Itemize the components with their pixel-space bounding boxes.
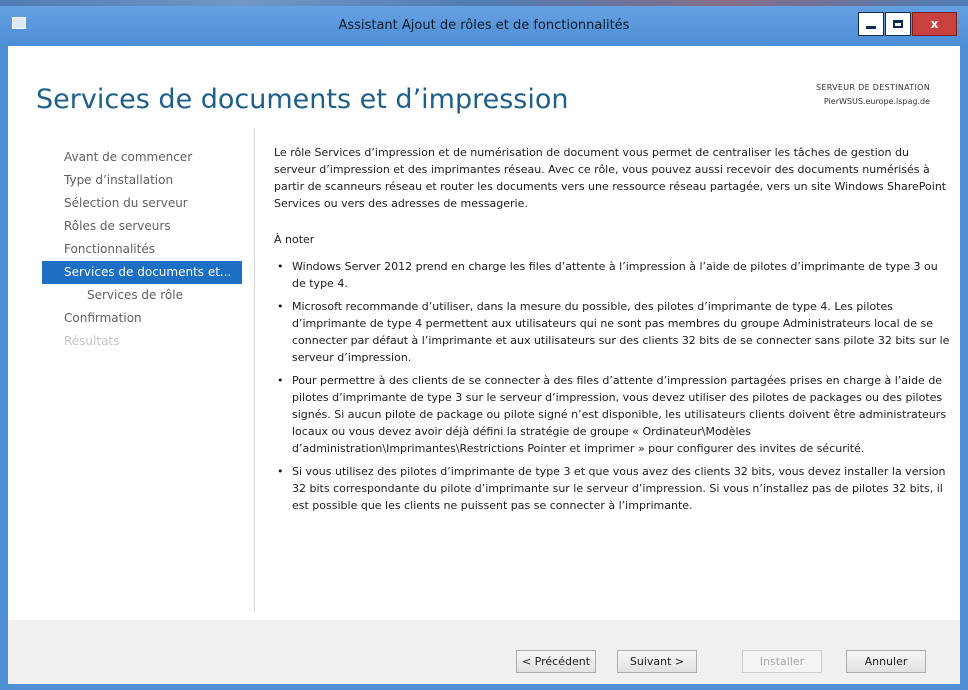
note-list: • Windows Server 2012 prend en charge le…	[274, 258, 950, 514]
bullet-icon: •	[277, 300, 284, 313]
list-item: • Windows Server 2012 prend en charge le…	[274, 258, 950, 292]
list-item: • Microsoft recommande d’utiliser, dans …	[274, 298, 950, 366]
bullet-icon: •	[277, 260, 284, 273]
wizard-window: Assistant Ajout de rôles et de fonctionn…	[0, 0, 968, 690]
intro-text: Le rôle Services d’impression et de numé…	[274, 146, 947, 210]
close-button[interactable]: x	[912, 12, 957, 36]
list-item-text: Microsoft recommande d’utiliser, dans la…	[292, 300, 950, 364]
nav-item-fonctionnalites[interactable]: Fonctionnalités	[42, 238, 242, 261]
nav-item-type-installation[interactable]: Type d’installation	[42, 169, 242, 192]
list-item-text: Windows Server 2012 prend en charge les …	[292, 260, 938, 290]
maximize-icon	[893, 20, 903, 28]
destination-server-label: SERVEUR DE DESTINATION	[816, 83, 930, 92]
cancel-button[interactable]: Annuler	[846, 650, 926, 673]
minimize-icon	[866, 25, 876, 29]
nav-item-roles-serveurs[interactable]: Rôles de serveurs	[42, 215, 242, 238]
destination-server-name: PierWSUS.europe.lspag.de	[823, 97, 930, 106]
nav-item-avant-de-commencer[interactable]: Avant de commencer	[42, 146, 242, 169]
nav-divider	[254, 128, 255, 612]
wizard-nav: Avant de commencer Type d’installation S…	[42, 146, 242, 353]
wizard-client-area: Services de documents et d’impression SE…	[8, 46, 960, 684]
bullet-icon: •	[277, 374, 284, 387]
title-bar-strip	[0, 0, 968, 6]
maximize-button[interactable]	[885, 12, 911, 36]
page-title: Services de documents et d’impression	[36, 84, 569, 115]
list-item-text: Pour permettre à des clients de se conne…	[292, 374, 947, 455]
nav-item-services-documents[interactable]: Services de documents et...	[42, 261, 242, 284]
bullet-icon: •	[277, 465, 284, 478]
minimize-button[interactable]	[858, 12, 884, 36]
wizard-footer: < Précédent Suivant > Installer Annuler	[8, 620, 960, 684]
nav-item-resultats: Résultats	[64, 334, 120, 348]
list-item-text: Si vous utilisez des pilotes d’imprimant…	[292, 465, 946, 512]
nav-item-selection-serveur[interactable]: Sélection du serveur	[42, 192, 242, 215]
previous-button[interactable]: < Précédent	[516, 650, 596, 673]
window-title: Assistant Ajout de rôles et de fonctionn…	[338, 18, 630, 33]
nav-item-services-role[interactable]: Services de rôle	[42, 284, 242, 307]
install-button[interactable]: Installer	[742, 650, 822, 673]
content-pane: Le rôle Services d’impression et de numé…	[274, 144, 950, 520]
close-icon: x	[930, 17, 939, 31]
title-bar[interactable]: Assistant Ajout de rôles et de fonctionn…	[0, 0, 968, 46]
list-item: • Pour permettre à des clients de se con…	[274, 372, 950, 457]
next-button[interactable]: Suivant >	[617, 650, 697, 673]
note-heading: À noter	[274, 233, 315, 246]
nav-item-confirmation[interactable]: Confirmation	[42, 307, 242, 330]
list-item: • Si vous utilisez des pilotes d’imprima…	[274, 463, 950, 514]
